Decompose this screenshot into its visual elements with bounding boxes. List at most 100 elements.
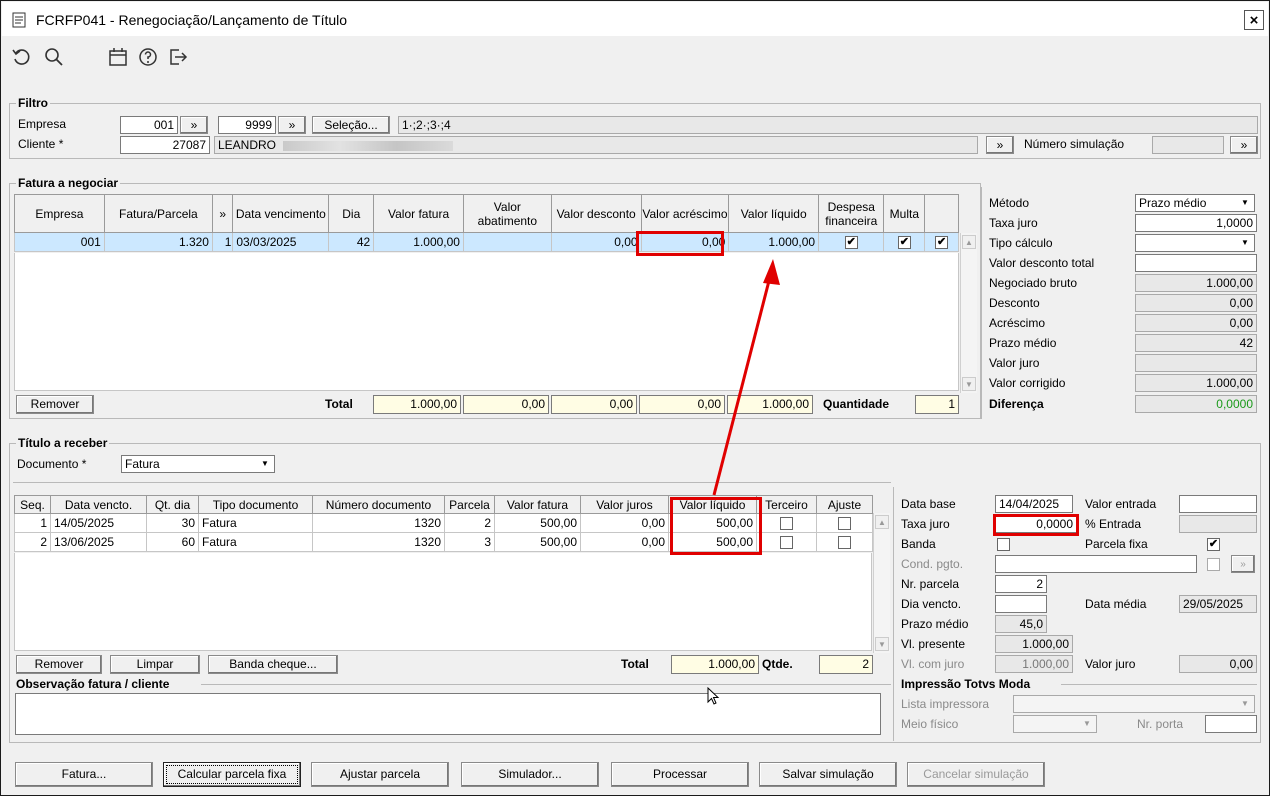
scroll-up-icon[interactable]: ▲ <box>875 515 889 529</box>
parcela-fixa-checkbox[interactable]: ✔ <box>1207 538 1220 551</box>
cell-numero[interactable]: 1320 <box>312 532 445 552</box>
cond-pgto-checkbox[interactable] <box>1207 558 1220 571</box>
chevron-down-icon[interactable]: ▼ <box>1237 697 1253 711</box>
numero-simulacao-field[interactable] <box>1152 136 1224 154</box>
selecao-button[interactable]: Seleção... <box>312 116 390 134</box>
fatura-scrollbar[interactable]: ▲ ▼ <box>960 233 977 393</box>
col-tipo-documento[interactable]: Tipo documento <box>198 495 313 514</box>
terceiro-checkbox[interactable] <box>780 517 793 531</box>
calcular-parcela-fixa-button[interactable]: Calcular parcela fixa <box>163 762 301 787</box>
cell-tipo[interactable]: Fatura <box>198 513 313 533</box>
col-seq[interactable]: Seq. <box>14 495 51 514</box>
cell-parcela[interactable]: 2 <box>444 513 495 533</box>
chevron-down-icon[interactable]: ▼ <box>1237 196 1253 210</box>
cell-juros[interactable]: 0,00 <box>580 532 669 552</box>
cell-terceiro[interactable] <box>756 513 817 533</box>
exit-icon[interactable] <box>166 45 190 69</box>
dia-vencto-input[interactable] <box>995 595 1047 613</box>
banda-checkbox[interactable] <box>997 538 1010 551</box>
col-valor-liquido[interactable]: Valor líquido <box>728 194 820 233</box>
titulo-remover-button[interactable]: Remover <box>16 655 102 674</box>
cancelar-simulacao-button[interactable]: Cancelar simulação <box>907 762 1045 787</box>
col-despesa-financeira[interactable]: Despesa financeira <box>818 194 885 233</box>
cell-qt[interactable]: 30 <box>146 513 199 533</box>
cell-dia[interactable]: 42 <box>328 232 375 252</box>
cell-parcela[interactable]: 1 <box>211 232 234 252</box>
extra-checkbox[interactable]: ✔ <box>935 236 949 250</box>
cell-seq[interactable]: 1 <box>14 513 51 533</box>
empresa-input[interactable]: 001 <box>120 116 178 134</box>
col-numero-documento[interactable]: Número documento <box>312 495 445 514</box>
col-qt-dia[interactable]: Qt. dia <box>146 495 199 514</box>
cell-despesa[interactable]: ✔ <box>818 232 885 252</box>
col-valor-fatura[interactable]: Valor fatura <box>494 495 581 514</box>
lista-impressora-select[interactable]: ▼ <box>1013 695 1255 713</box>
col-empresa[interactable]: Empresa <box>14 194 105 233</box>
simulacao-lookup-button[interactable]: » <box>1230 136 1258 154</box>
col-parcela[interactable]: Parcela <box>444 495 495 514</box>
cell-ajuste[interactable] <box>816 513 873 533</box>
col-data-vencto[interactable]: Data vencto. <box>50 495 147 514</box>
obs-textarea[interactable] <box>15 693 881 735</box>
cell-fatura[interactable]: 1.320 <box>103 232 213 252</box>
multa-checkbox[interactable]: ✔ <box>897 236 911 250</box>
undo-icon[interactable] <box>10 45 34 69</box>
fatura-remover-button[interactable]: Remover <box>16 395 94 414</box>
valor-entrada-input[interactable] <box>1179 495 1257 513</box>
col-valor-acrescimo[interactable]: Valor acréscimo <box>640 194 730 233</box>
documento-select[interactable]: Fatura ▼ <box>121 455 275 473</box>
cond-pgto-input[interactable] <box>995 555 1197 573</box>
col-extra[interactable] <box>924 194 959 233</box>
cell-qt[interactable]: 60 <box>146 532 199 552</box>
meio-fisico-select[interactable]: ▼ <box>1013 715 1097 733</box>
scroll-down-icon[interactable]: ▼ <box>875 637 889 651</box>
salvar-simulacao-button[interactable]: Salvar simulação <box>759 762 897 787</box>
col-terceiro[interactable]: Terceiro <box>756 495 817 514</box>
processar-button[interactable]: Processar <box>611 762 749 787</box>
cell-empresa[interactable]: 001 <box>14 232 105 252</box>
empresa-lookup-button[interactable]: » <box>180 116 208 134</box>
col-valor-abatimento[interactable]: Valor abatimento <box>462 194 552 233</box>
tipo-calculo-select[interactable]: ▼ <box>1135 234 1255 252</box>
cell-tipo[interactable]: Fatura <box>198 532 313 552</box>
cond-pgto-lookup-icon[interactable]: » <box>1231 555 1255 573</box>
data-base-input[interactable]: 14/04/2025 <box>995 495 1073 513</box>
col-ajuste[interactable]: Ajuste <box>816 495 873 514</box>
simulador-button[interactable]: Simulador... <box>461 762 599 787</box>
col-valor-fatura[interactable]: Valor fatura <box>373 194 464 233</box>
help-icon[interactable] <box>136 45 160 69</box>
nr-porta-input[interactable] <box>1205 715 1257 733</box>
cell-data[interactable]: 14/05/2025 <box>50 513 147 533</box>
cliente-lookup-button[interactable]: » <box>986 136 1014 154</box>
table-row[interactable]: 001 1.320 1 03/03/2025 42 1.000,00 0,00 … <box>14 232 959 252</box>
cell-valor[interactable]: 500,00 <box>494 532 581 552</box>
metodo-select[interactable]: Prazo médio ▼ <box>1135 194 1255 212</box>
cell-data[interactable]: 03/03/2025 <box>232 232 330 252</box>
cell-parcela[interactable]: 3 <box>444 532 495 552</box>
ajuste-checkbox[interactable] <box>838 517 851 531</box>
chevron-down-icon[interactable]: ▼ <box>1079 717 1095 731</box>
fatura-button[interactable]: Fatura... <box>15 762 153 787</box>
cell-extra[interactable]: ✔ <box>924 232 959 252</box>
nr-parcela-input[interactable]: 2 <box>995 575 1047 593</box>
cell-multa[interactable]: ✔ <box>883 232 926 252</box>
col-dia[interactable]: Dia <box>328 194 375 233</box>
cell-abatimento[interactable] <box>462 232 552 252</box>
cell-ajuste[interactable] <box>816 532 873 552</box>
empresa2-lookup-button[interactable]: » <box>278 116 306 134</box>
search-icon[interactable] <box>42 45 66 69</box>
calendar-icon[interactable] <box>106 45 130 69</box>
scroll-up-icon[interactable]: ▲ <box>962 235 976 249</box>
cell-desconto[interactable]: 0,00 <box>550 232 642 252</box>
ajustar-parcela-button[interactable]: Ajustar parcela <box>311 762 449 787</box>
chevron-down-icon[interactable]: ▼ <box>1237 236 1253 250</box>
empresa2-input[interactable]: 9999 <box>218 116 276 134</box>
despesa-checkbox[interactable]: ✔ <box>844 236 858 250</box>
cell-liquido[interactable]: 1.000,00 <box>728 232 820 252</box>
desconto-total-input[interactable] <box>1135 254 1257 272</box>
chevron-down-icon[interactable]: ▼ <box>257 457 273 471</box>
scroll-down-icon[interactable]: ▼ <box>962 377 976 391</box>
cliente-input[interactable]: 27087 <box>120 136 210 154</box>
col-expand[interactable]: » <box>211 194 234 233</box>
cell-numero[interactable]: 1320 <box>312 513 445 533</box>
